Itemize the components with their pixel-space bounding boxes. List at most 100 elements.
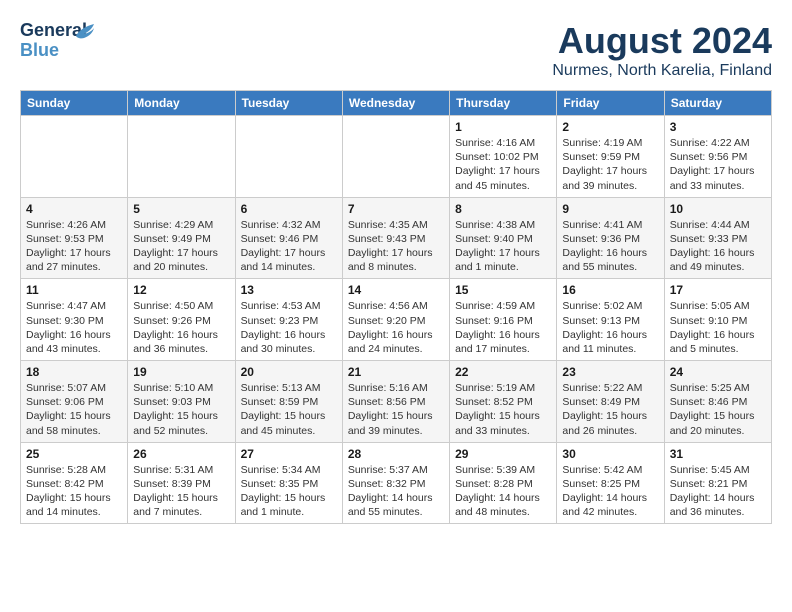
day-info: Sunrise: 5:45 AM Sunset: 8:21 PM Dayligh… <box>670 463 766 520</box>
day-number: 1 <box>455 120 551 134</box>
calendar-cell: 14 Sunrise: 4:56 AM Sunset: 9:20 PM Dayli… <box>342 279 449 361</box>
day-info: Sunrise: 5:13 AM Sunset: 8:59 PM Dayligh… <box>241 381 337 438</box>
weekday-header: Tuesday <box>235 91 342 116</box>
calendar-row: 1 Sunrise: 4:16 AM Sunset: 10:02 PM Dayli… <box>21 116 772 198</box>
calendar-cell: 8 Sunrise: 4:38 AM Sunset: 9:40 PM Daylig… <box>450 197 557 279</box>
weekday-header: Thursday <box>450 91 557 116</box>
day-number: 26 <box>133 447 229 461</box>
day-number: 21 <box>348 365 444 379</box>
day-number: 11 <box>26 283 122 297</box>
logo: General Blue <box>20 20 80 60</box>
calendar-cell: 25 Sunrise: 5:28 AM Sunset: 8:42 PM Dayli… <box>21 442 128 524</box>
day-info: Sunrise: 4:29 AM Sunset: 9:49 PM Dayligh… <box>133 218 229 275</box>
day-number: 5 <box>133 202 229 216</box>
title-block: August 2024 Nurmes, North Karelia, Finla… <box>552 20 772 80</box>
calendar-cell: 26 Sunrise: 5:31 AM Sunset: 8:39 PM Dayli… <box>128 442 235 524</box>
day-number: 7 <box>348 202 444 216</box>
calendar-cell: 20 Sunrise: 5:13 AM Sunset: 8:59 PM Dayli… <box>235 361 342 443</box>
calendar-cell <box>128 116 235 198</box>
day-number: 3 <box>670 120 766 134</box>
calendar-cell: 13Sunrise: 4:53 AM Sunset: 9:23 PM Dayli… <box>235 279 342 361</box>
calendar-cell: 6 Sunrise: 4:32 AM Sunset: 9:46 PM Daylig… <box>235 197 342 279</box>
calendar-cell: 23 Sunrise: 5:22 AM Sunset: 8:49 PM Dayli… <box>557 361 664 443</box>
weekday-header: Wednesday <box>342 91 449 116</box>
day-info: Sunrise: 4:44 AM Sunset: 9:33 PM Dayligh… <box>670 218 766 275</box>
day-number: 19 <box>133 365 229 379</box>
calendar-cell <box>21 116 128 198</box>
day-info: Sunrise: 4:56 AM Sunset: 9:20 PM Dayligh… <box>348 299 444 356</box>
day-info: Sunrise: 5:22 AM Sunset: 8:49 PM Dayligh… <box>562 381 658 438</box>
calendar-cell: 3 Sunrise: 4:22 AM Sunset: 9:56 PM Daylig… <box>664 116 771 198</box>
day-info: Sunrise: 4:16 AM Sunset: 10:02 PM Daylig… <box>455 136 551 193</box>
calendar-cell: 22 Sunrise: 5:19 AM Sunset: 8:52 PM Dayli… <box>450 361 557 443</box>
day-info: Sunrise: 5:37 AM Sunset: 8:32 PM Dayligh… <box>348 463 444 520</box>
calendar-cell: 31 Sunrise: 5:45 AM Sunset: 8:21 PM Dayli… <box>664 442 771 524</box>
day-info: Sunrise: 5:19 AM Sunset: 8:52 PM Dayligh… <box>455 381 551 438</box>
calendar-cell: 17 Sunrise: 5:05 AM Sunset: 9:10 PM Dayli… <box>664 279 771 361</box>
day-number: 18 <box>26 365 122 379</box>
calendar-cell: 1 Sunrise: 4:16 AM Sunset: 10:02 PM Dayli… <box>450 116 557 198</box>
day-number: 17 <box>670 283 766 297</box>
day-number: 31 <box>670 447 766 461</box>
day-number: 24 <box>670 365 766 379</box>
day-info: Sunrise: 4:26 AM Sunset: 9:53 PM Dayligh… <box>26 218 122 275</box>
weekday-header: Monday <box>128 91 235 116</box>
day-info: Sunrise: 4:19 AM Sunset: 9:59 PM Dayligh… <box>562 136 658 193</box>
calendar-cell: 21 Sunrise: 5:16 AM Sunset: 8:56 PM Dayli… <box>342 361 449 443</box>
weekday-header: Saturday <box>664 91 771 116</box>
day-number: 22 <box>455 365 551 379</box>
calendar-cell: 28Sunrise: 5:37 AM Sunset: 8:32 PM Dayli… <box>342 442 449 524</box>
logo-blue: Blue <box>20 40 59 61</box>
calendar-cell: 27Sunrise: 5:34 AM Sunset: 8:35 PM Dayli… <box>235 442 342 524</box>
calendar-cell: 4 Sunrise: 4:26 AM Sunset: 9:53 PM Daylig… <box>21 197 128 279</box>
day-info: Sunrise: 4:32 AM Sunset: 9:46 PM Dayligh… <box>241 218 337 275</box>
month-year-title: August 2024 <box>552 20 772 62</box>
day-number: 10 <box>670 202 766 216</box>
day-info: Sunrise: 5:42 AM Sunset: 8:25 PM Dayligh… <box>562 463 658 520</box>
day-number: 13 <box>241 283 337 297</box>
day-info: Sunrise: 4:50 AM Sunset: 9:26 PM Dayligh… <box>133 299 229 356</box>
calendar-cell: 9Sunrise: 4:41 AM Sunset: 9:36 PM Daylig… <box>557 197 664 279</box>
day-number: 14 <box>348 283 444 297</box>
day-info: Sunrise: 4:59 AM Sunset: 9:16 PM Dayligh… <box>455 299 551 356</box>
day-number: 25 <box>26 447 122 461</box>
day-info: Sunrise: 5:16 AM Sunset: 8:56 PM Dayligh… <box>348 381 444 438</box>
day-info: Sunrise: 4:38 AM Sunset: 9:40 PM Dayligh… <box>455 218 551 275</box>
calendar-cell: 10 Sunrise: 4:44 AM Sunset: 9:33 PM Dayli… <box>664 197 771 279</box>
page-header: General Blue August 2024 Nurmes, North K… <box>20 20 772 80</box>
calendar-cell: 11Sunrise: 4:47 AM Sunset: 9:30 PM Dayli… <box>21 279 128 361</box>
calendar-cell: 7 Sunrise: 4:35 AM Sunset: 9:43 PM Daylig… <box>342 197 449 279</box>
day-info: Sunrise: 5:05 AM Sunset: 9:10 PM Dayligh… <box>670 299 766 356</box>
calendar-cell: 5 Sunrise: 4:29 AM Sunset: 9:49 PM Daylig… <box>128 197 235 279</box>
location-subtitle: Nurmes, North Karelia, Finland <box>552 62 772 80</box>
calendar-row: 11Sunrise: 4:47 AM Sunset: 9:30 PM Dayli… <box>21 279 772 361</box>
day-number: 4 <box>26 202 122 216</box>
calendar-cell: 24 Sunrise: 5:25 AM Sunset: 8:46 PM Dayli… <box>664 361 771 443</box>
calendar-cell <box>342 116 449 198</box>
day-number: 8 <box>455 202 551 216</box>
day-number: 30 <box>562 447 658 461</box>
calendar-cell: 2Sunrise: 4:19 AM Sunset: 9:59 PM Daylig… <box>557 116 664 198</box>
day-info: Sunrise: 4:35 AM Sunset: 9:43 PM Dayligh… <box>348 218 444 275</box>
calendar-cell: 29Sunrise: 5:39 AM Sunset: 8:28 PM Dayli… <box>450 442 557 524</box>
day-info: Sunrise: 5:02 AM Sunset: 9:13 PM Dayligh… <box>562 299 658 356</box>
calendar-row: 4 Sunrise: 4:26 AM Sunset: 9:53 PM Daylig… <box>21 197 772 279</box>
weekday-header: Friday <box>557 91 664 116</box>
calendar-row: 18Sunrise: 5:07 AM Sunset: 9:06 PM Dayli… <box>21 361 772 443</box>
calendar-cell: 19Sunrise: 5:10 AM Sunset: 9:03 PM Dayli… <box>128 361 235 443</box>
day-info: Sunrise: 5:25 AM Sunset: 8:46 PM Dayligh… <box>670 381 766 438</box>
weekday-header: Sunday <box>21 91 128 116</box>
day-info: Sunrise: 5:31 AM Sunset: 8:39 PM Dayligh… <box>133 463 229 520</box>
day-number: 20 <box>241 365 337 379</box>
day-info: Sunrise: 4:22 AM Sunset: 9:56 PM Dayligh… <box>670 136 766 193</box>
day-number: 6 <box>241 202 337 216</box>
day-info: Sunrise: 5:28 AM Sunset: 8:42 PM Dayligh… <box>26 463 122 520</box>
day-number: 16 <box>562 283 658 297</box>
calendar-cell: 15 Sunrise: 4:59 AM Sunset: 9:16 PM Dayli… <box>450 279 557 361</box>
calendar-table: SundayMondayTuesdayWednesdayThursdayFrid… <box>20 90 772 524</box>
day-number: 12 <box>133 283 229 297</box>
calendar-row: 25 Sunrise: 5:28 AM Sunset: 8:42 PM Dayli… <box>21 442 772 524</box>
calendar-cell: 18Sunrise: 5:07 AM Sunset: 9:06 PM Dayli… <box>21 361 128 443</box>
day-number: 15 <box>455 283 551 297</box>
day-number: 23 <box>562 365 658 379</box>
